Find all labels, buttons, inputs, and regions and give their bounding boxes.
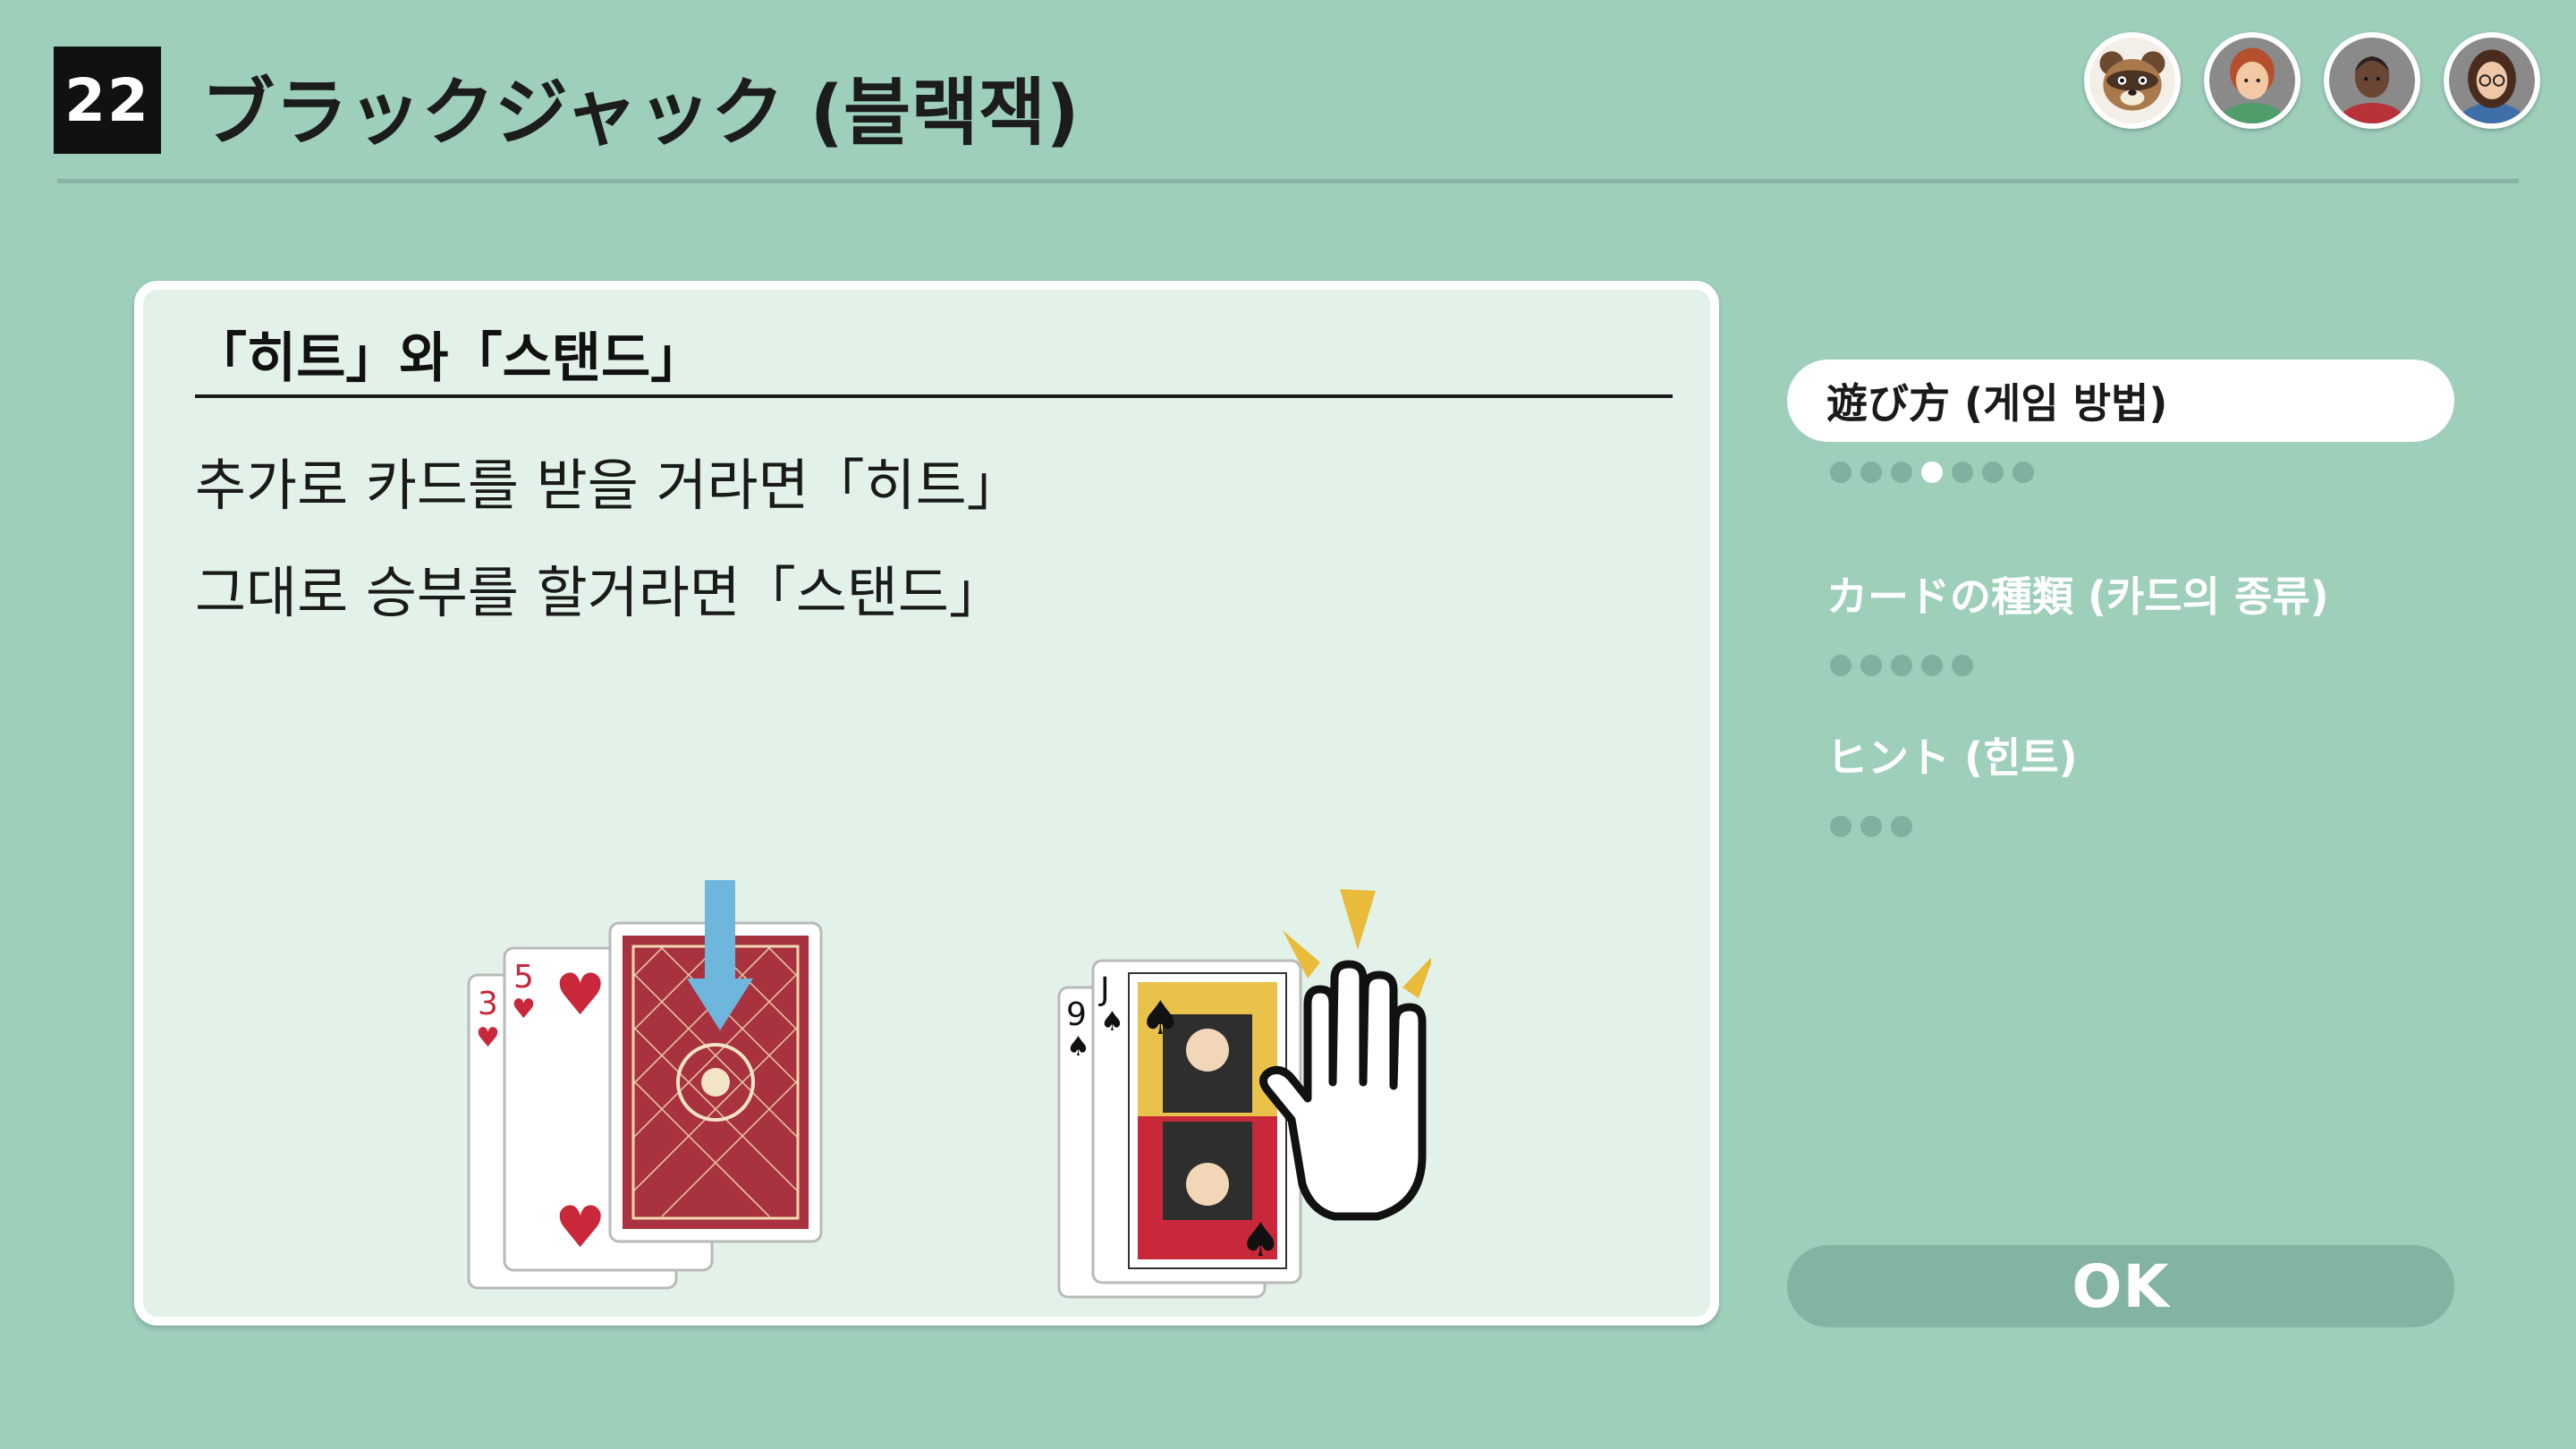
page-dot <box>1891 816 1912 837</box>
svg-text:♠: ♠ <box>1066 1031 1090 1063</box>
game-title: ブラックジャック (블랙잭) <box>201 70 1080 156</box>
page-dot <box>1891 462 1912 483</box>
page-dot <box>1921 655 1943 676</box>
svg-text:3: 3 <box>478 986 498 1022</box>
page-dot-current <box>1921 462 1943 483</box>
menu-item-card-types[interactable]: カードの種類 (카드의 종류) <box>1787 553 2454 635</box>
player-avatar-redhair <box>2204 32 2301 129</box>
page-dot <box>1860 816 1882 837</box>
svg-text:♥: ♥ <box>555 962 606 1029</box>
page-dot <box>1830 655 1852 676</box>
instruction-line-hit: 추가로 카드를 받을 거라면「히트」 <box>195 453 1022 518</box>
game-number-badge: 22 <box>54 47 161 154</box>
instruction-line-stand: 그대로 승부를 할거라면「스탠드」 <box>195 560 1004 625</box>
page-dot <box>1830 462 1852 483</box>
player-avatar-dark <box>2324 32 2420 129</box>
page-dot <box>1860 462 1882 483</box>
menu-item-how-to-play[interactable]: 遊び方 (게임 방법) <box>1787 360 2454 442</box>
svg-text:J: J <box>1098 971 1110 1008</box>
svg-text:♥: ♥ <box>555 1195 606 1261</box>
page-dot <box>2012 462 2034 483</box>
menu-item-hints[interactable]: ヒント (힌트) <box>1787 714 2454 796</box>
hit-illustration: 3 ♥ 5 ♥ ♥ ♥ ♥ <box>465 880 841 1309</box>
page-dot <box>1952 462 1973 483</box>
page-dot <box>1830 816 1852 837</box>
page-dot <box>1891 655 1912 676</box>
page-dot <box>1982 462 2004 483</box>
svg-text:♠: ♠ <box>1100 1006 1124 1038</box>
tom-nook-avatar <box>2084 32 2181 129</box>
svg-text:9: 9 <box>1066 996 1087 1033</box>
ok-button[interactable]: OK <box>1787 1245 2454 1327</box>
heading-underline <box>195 394 1673 398</box>
page-dots-hints <box>1830 816 1912 837</box>
page-dots-card-types <box>1830 655 1973 676</box>
page-dot <box>1952 655 1973 676</box>
svg-text:5: 5 <box>513 959 534 996</box>
instruction-heading: 「히트」와「스탠드」 <box>193 327 705 390</box>
svg-text:♠: ♠ <box>1240 1214 1282 1267</box>
svg-text:♥: ♥ <box>476 1022 500 1054</box>
svg-text:♥: ♥ <box>512 994 536 1025</box>
page-dot <box>1860 655 1882 676</box>
player-avatars <box>2084 32 2540 129</box>
stand-illustration: 9 ♠ J ♠ ♠ ♠ <box>1055 871 1431 1318</box>
player-avatar-glasses <box>2444 32 2540 129</box>
svg-text:♠: ♠ <box>1140 992 1182 1046</box>
instruction-panel: 「히트」와「스탠드」 추가로 카드를 받을 거라면「히트」 그대로 승부를 할거… <box>134 281 1719 1326</box>
page-dots-how-to-play <box>1830 462 2034 483</box>
header-divider <box>57 179 2519 183</box>
card-jack-of-spades: J ♠ ♠ ♠ <box>1091 959 1302 1284</box>
